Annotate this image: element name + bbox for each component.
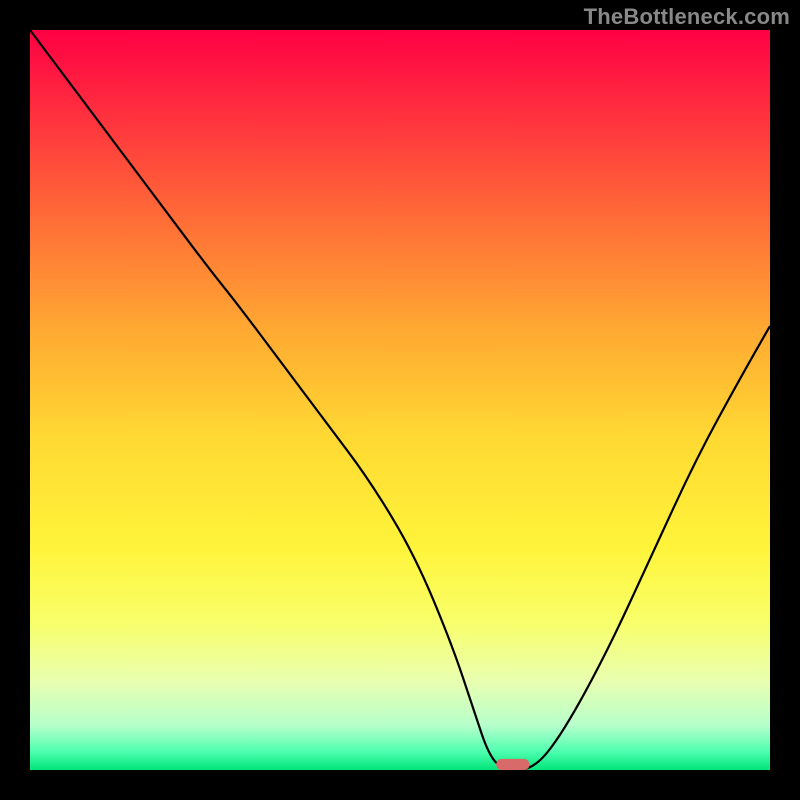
- bottleneck-chart: TheBottleneck.com: [0, 0, 800, 800]
- watermark-text: TheBottleneck.com: [584, 4, 790, 30]
- target-range-marker: [496, 759, 529, 770]
- chart-svg: [0, 0, 800, 800]
- plot-background: [30, 30, 770, 770]
